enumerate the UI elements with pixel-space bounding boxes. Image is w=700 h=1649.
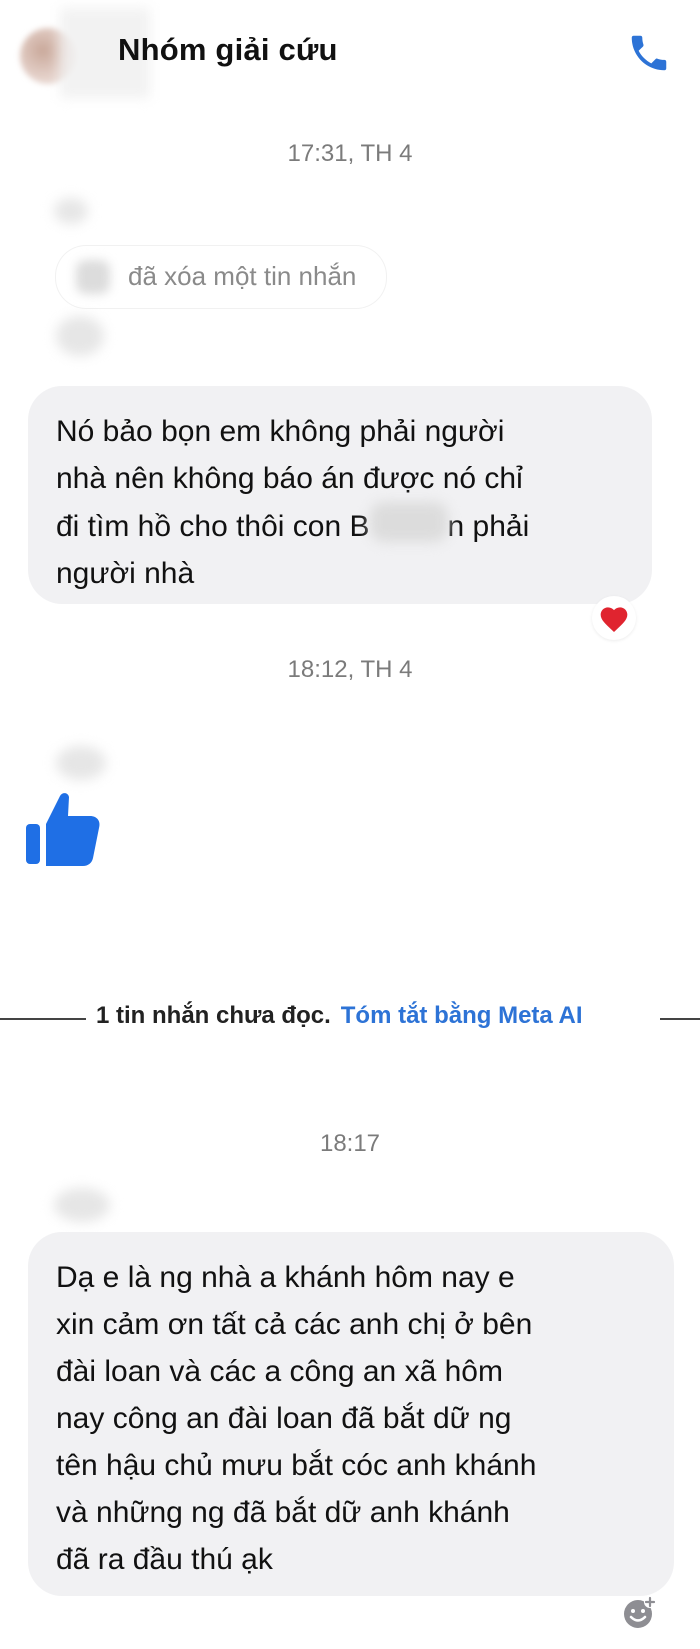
divider-line-right: [660, 1018, 700, 1020]
timestamp: 18:12, TH 4: [287, 656, 413, 683]
divider-line-left: [0, 1018, 86, 1020]
sender-name-blur: [54, 1188, 110, 1222]
thumbs-up-sticker[interactable]: [24, 788, 106, 870]
sender-blur: [76, 260, 110, 294]
chat-header: Nhóm giải cứu: [0, 0, 700, 110]
sender-name-blur: [54, 198, 88, 224]
add-reaction-icon: [624, 1596, 656, 1628]
thumbs-up-icon: [26, 793, 100, 866]
message-line: đài loan và các a công an xã hôm: [56, 1355, 503, 1388]
timestamp: 17:31, TH 4: [287, 140, 413, 167]
unread-divider: 1 tin nhắn chưa đọc. Tóm tắt bằng Meta AI: [0, 998, 700, 1038]
message-reaction[interactable]: [592, 596, 636, 640]
message-line: Dạ e là ng nhà a khánh hôm nay e: [56, 1261, 515, 1294]
message-line: đi tìm hồ cho thôi con B n phải: [56, 502, 624, 550]
message-bubble[interactable]: Dạ e là ng nhà a khánh hôm nay e xin cảm…: [28, 1232, 674, 1596]
phone-icon: [631, 35, 667, 71]
add-reaction-button[interactable]: [620, 1594, 658, 1632]
message-line: xin cảm ơn tất cả các anh chị ở bên: [56, 1308, 533, 1341]
message-line: nay công an đài loan đã bắt dữ ng: [56, 1402, 512, 1435]
message-line: nhà nên không báo án được nó chỉ: [56, 462, 523, 495]
message-text: đi tìm hồ cho thôi con B: [56, 510, 370, 543]
unread-count-text: 1 tin nhắn chưa đọc.: [96, 1002, 331, 1029]
message-bubble[interactable]: Nó bảo bọn em không phải người nhà nên k…: [28, 386, 652, 604]
chat-title[interactable]: Nhóm giải cứu: [118, 32, 338, 68]
deleted-message-text: đã xóa một tin nhắn: [128, 261, 357, 291]
deleted-message[interactable]: đã xóa một tin nhắn: [56, 246, 386, 308]
heart-icon: [600, 607, 628, 632]
message-line: người nhà: [56, 557, 195, 590]
timestamp: 18:17: [319, 1130, 381, 1157]
sender-avatar-blur: [56, 316, 104, 356]
message-text: n phải: [447, 510, 530, 543]
call-button[interactable]: [626, 30, 672, 76]
meta-ai-summary-link[interactable]: Tóm tắt bằng Meta AI: [341, 1002, 583, 1029]
unread-notice: 1 tin nhắn chưa đọc. Tóm tắt bằng Meta AI: [96, 1002, 583, 1030]
message-line: tên hậu chủ mưu bắt cóc anh khánh: [56, 1449, 537, 1482]
message-line: Nó bảo bọn em không phải người: [56, 415, 505, 448]
message-line: đã ra đầu thú ạk: [56, 1543, 273, 1576]
redacted-name: [369, 502, 448, 542]
sender-name-blur: [56, 746, 106, 780]
message-line: và những ng đã bắt dữ anh khánh: [56, 1496, 510, 1529]
